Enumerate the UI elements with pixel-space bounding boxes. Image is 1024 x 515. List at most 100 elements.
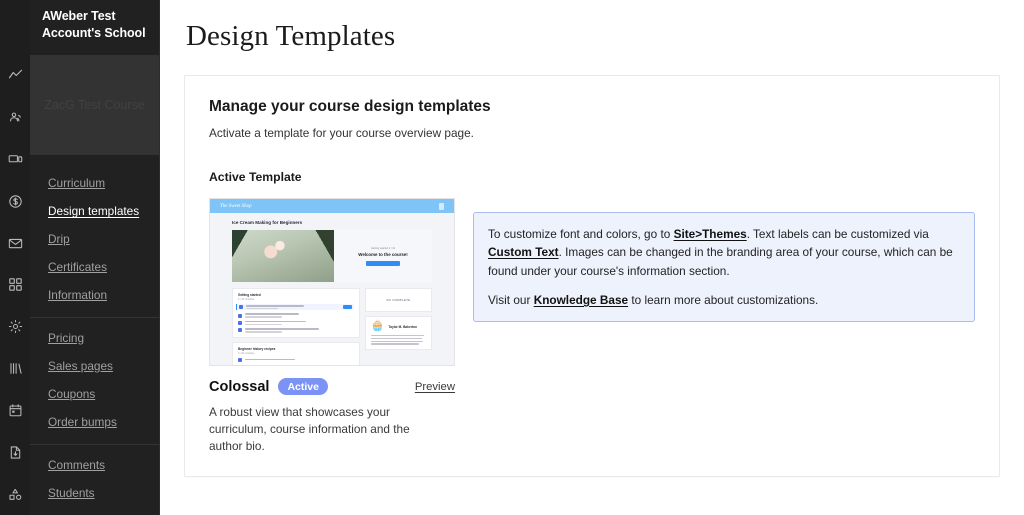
info-text-2b: to learn more about customizations. — [628, 292, 819, 307]
sidebar-menu-group: Pricing Sales pages Coupons Order bumps — [30, 317, 159, 444]
thumbnail-logo: The Sweet Shop — [220, 203, 252, 209]
thumbnail-welcome: Welcome to the course! — [358, 251, 408, 257]
icon-rail — [0, 0, 30, 515]
main-content: Design Templates Manage your course desi… — [160, 0, 1024, 515]
thumbnail-section2-panel: Beginner history recipes 0 / 10 complete — [232, 341, 360, 365]
thumbnail-progress-panel: 0% COMPLETE — [364, 288, 432, 312]
template-card: The Sweet Shop Ice Cream Making for Begi… — [209, 198, 455, 455]
info-text-1a: To customize font and colors, go to — [488, 227, 674, 241]
info-paragraph-2: Visit our Knowledge Base to learn more a… — [488, 291, 960, 309]
calendar-icon[interactable] — [0, 390, 30, 432]
lesson-label — [245, 328, 354, 333]
sidebar-menu-group: CommentsStudentsReports — [30, 444, 159, 515]
shapes-icon[interactable] — [0, 473, 30, 515]
knowledge-base-link[interactable]: Knowledge Base — [534, 293, 628, 307]
lesson-icon — [238, 313, 242, 318]
card-subheading: Activate a template for your course over… — [209, 126, 474, 140]
lesson-icon — [238, 328, 242, 333]
lesson-label — [245, 313, 354, 318]
landing-page-icon[interactable] — [0, 139, 30, 181]
email-icon[interactable] — [0, 222, 30, 264]
card-heading: Manage your course design templates — [209, 98, 491, 115]
thumbnail-lesson-row — [238, 320, 354, 326]
sidebar-item-pricing[interactable]: Pricing — [30, 324, 159, 352]
thumbnail-hero-panel: Getting started 1 / 12 Welcome to the co… — [334, 230, 432, 282]
template-thumbnail[interactable]: The Sweet Shop Ice Cream Making for Begi… — [209, 198, 455, 366]
sidebar-item-sales-pages[interactable]: Sales pages — [30, 352, 159, 380]
thumbnail-lesson-row — [238, 328, 354, 333]
sidebar-menu: Curriculum Design templates Drip Certificat… — [30, 155, 159, 515]
thumbnail-hero: Getting started 1 / 12 Welcome to the co… — [232, 230, 432, 282]
thumbnail-lower: Getting started 5 / 12 complete Beginner… — [232, 288, 432, 365]
library-icon[interactable] — [0, 348, 30, 390]
sidebar-item-information[interactable]: Information — [30, 281, 159, 309]
sidebar-item-comments[interactable]: Comments — [30, 451, 159, 479]
sidebar-item-design-templates[interactable]: Design templates — [30, 197, 159, 225]
thumbnail-curriculum-title: Getting started — [238, 293, 261, 297]
info-text-1c: . Images can be changed in the branding … — [488, 245, 953, 278]
lesson-status-pill — [342, 305, 352, 310]
template-description: A robust view that showcases your curric… — [209, 405, 410, 454]
active-template-label: Active Template — [209, 170, 302, 184]
course-sidebar: AWeber Test Account's School ZacG Test C… — [30, 0, 160, 515]
template-meta: Colossal Active Preview — [209, 378, 455, 395]
template-name: Colossal — [209, 378, 270, 395]
lesson-label — [246, 305, 340, 310]
thumbnail-side-col: 0% COMPLETE 🧁 Taylor M. Bakerton — [364, 288, 432, 365]
thumbnail-cta-button — [366, 260, 400, 266]
sidebar-item-order-bumps[interactable]: Order bumps — [30, 408, 159, 436]
thumbnail-curriculum-panel: Getting started 5 / 12 complete — [232, 288, 360, 338]
template-and-info-row: The Sweet Shop Ice Cream Making for Begi… — [209, 198, 975, 455]
page-title: Design Templates — [186, 20, 396, 52]
design-templates-card: Manage your course design templates Acti… — [184, 75, 1000, 477]
analytics-icon[interactable] — [0, 55, 30, 97]
thumbnail-author-name: Taylor M. Bakerton — [388, 324, 417, 329]
thumbnail-author-bio — [370, 335, 426, 345]
sidebar-menu-group: Curriculum Design templates Drip Certificat… — [30, 163, 159, 317]
lesson-icon — [238, 357, 242, 362]
site-themes-link[interactable]: Site>Themes — [674, 227, 747, 241]
lesson-label — [245, 320, 354, 326]
settings-gear-icon[interactable] — [0, 306, 30, 348]
preview-link[interactable]: Preview — [415, 381, 455, 393]
thumbnail-section2-sub: 0 / 10 complete — [238, 351, 255, 355]
thumbnail-curriculum-sub: 5 / 12 complete — [238, 298, 255, 301]
thumbnail-lesson-row — [236, 304, 354, 311]
thumbnail-lesson-row — [238, 313, 354, 318]
sidebar-item-curriculum[interactable]: Curriculum — [30, 169, 159, 197]
thumbnail-author-head: 🧁 Taylor M. Bakerton — [371, 321, 426, 332]
thumbnail-eyebrow: Getting started 1 / 12 — [370, 246, 396, 250]
status-badge: Active — [278, 378, 328, 395]
money-icon[interactable] — [0, 180, 30, 222]
sidebar-item-drip[interactable]: Drip — [30, 225, 159, 253]
sidebar-item-students[interactable]: Students — [30, 479, 159, 507]
cupcake-icon: 🧁 — [370, 320, 385, 332]
template-name-row: Colossal Active — [209, 378, 328, 395]
sidebar-item-coupons[interactable]: Coupons — [30, 380, 159, 408]
thumbnail-course-heading: Ice Cream Making for Beginners — [232, 220, 303, 225]
info-text-2a: Visit our — [488, 292, 534, 307]
info-text-1b: . Text labels can be customized via — [746, 227, 929, 241]
thumbnail-curriculum-col: Getting started 5 / 12 complete Beginner… — [232, 288, 360, 365]
thumbnail-author-panel: 🧁 Taylor M. Bakerton — [364, 316, 432, 350]
brand-title: AWeber Test Account's School — [42, 9, 146, 40]
thumbnail-hero-photo — [232, 230, 334, 282]
sidebar-item-certificates[interactable]: Certificates — [30, 253, 159, 281]
course-name-header[interactable]: ZacG Test Course — [30, 55, 159, 155]
customization-info-box: To customize font and colors, go to Site… — [473, 212, 975, 323]
thumbnail-progress-label: 0% COMPLETE — [386, 298, 411, 302]
lesson-label — [245, 358, 354, 361]
custom-text-link[interactable]: Custom Text — [488, 245, 559, 259]
lesson-icon — [239, 305, 243, 310]
apps-grid-icon[interactable] — [0, 264, 30, 306]
info-paragraph-1: To customize font and colors, go to Site… — [488, 225, 960, 280]
audience-icon[interactable] — [0, 97, 30, 139]
thumbnail-avatar-icon — [439, 202, 444, 210]
thumbnail-section2-title: Beginner history recipes — [238, 346, 276, 351]
sidebar-item-reports[interactable]: Reports — [30, 507, 159, 515]
file-download-icon[interactable] — [0, 431, 30, 473]
lesson-icon — [238, 320, 242, 325]
thumbnail-lesson-row — [238, 357, 354, 362]
app-root: AWeber Test Account's School ZacG Test C… — [0, 0, 1024, 515]
thumbnail-topbar: The Sweet Shop — [210, 199, 454, 213]
